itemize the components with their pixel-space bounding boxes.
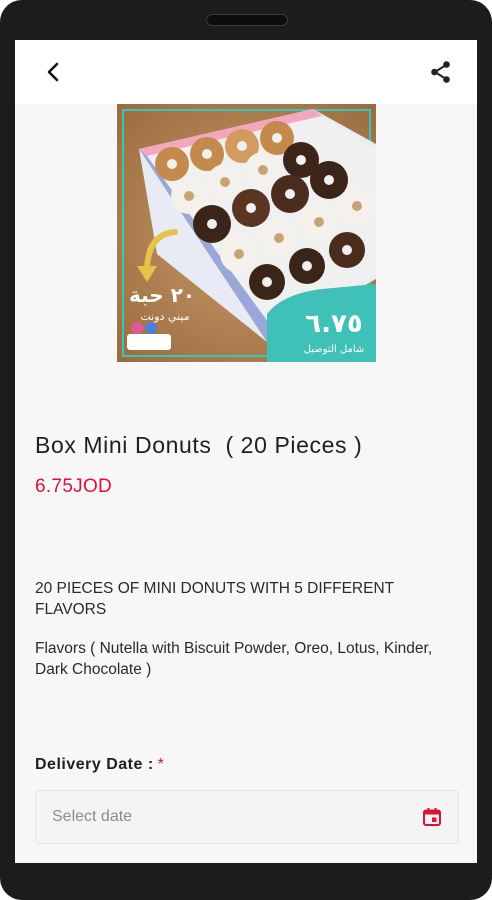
subtitle-text: ميني دونت	[140, 310, 189, 323]
chevron-left-icon	[47, 62, 59, 82]
product-image[interactable]: ٦.٧٥ شامل التوصيل ٢٠ حبة ميني دونت	[117, 104, 376, 362]
description-line-1: 20 PIECES OF MINI DONUTS WITH 5 DIFFEREN…	[35, 580, 394, 618]
price-badge-text: ٦.٧٥	[305, 309, 362, 339]
back-button[interactable]	[39, 58, 67, 86]
donut-box-photo: ٦.٧٥ شامل التوصيل ٢٠ حبة ميني دونت	[117, 104, 376, 362]
phone-speaker	[206, 14, 288, 26]
price-badge-sub: شامل التوصيل	[304, 344, 365, 355]
delivery-date-label: Delivery Date : *	[35, 756, 164, 774]
share-icon	[431, 61, 450, 83]
app-screen: ٦.٧٥ شامل التوصيل ٢٠ حبة ميني دونت Box M…	[15, 40, 477, 863]
description-line-2: Flavors ( Nutella with Biscuit Powder, O…	[35, 640, 433, 678]
delivery-date-placeholder: Select date	[52, 808, 133, 825]
share-button[interactable]	[427, 58, 455, 86]
delivery-date-label-text: Delivery Date :	[35, 756, 154, 773]
count-text: ٢٠ حبة	[129, 283, 195, 307]
app-bar	[15, 40, 477, 104]
phone-frame: ٦.٧٥ شامل التوصيل ٢٠ حبة ميني دونت Box M…	[0, 0, 492, 900]
calendar-icon[interactable]	[422, 807, 442, 827]
required-asterisk: *	[157, 756, 165, 773]
product-price: 6.75JOD	[35, 476, 113, 497]
delivery-date-input[interactable]: Select date	[35, 790, 459, 844]
product-title: Box Mini Donuts ( 20 Pieces )	[35, 432, 363, 458]
